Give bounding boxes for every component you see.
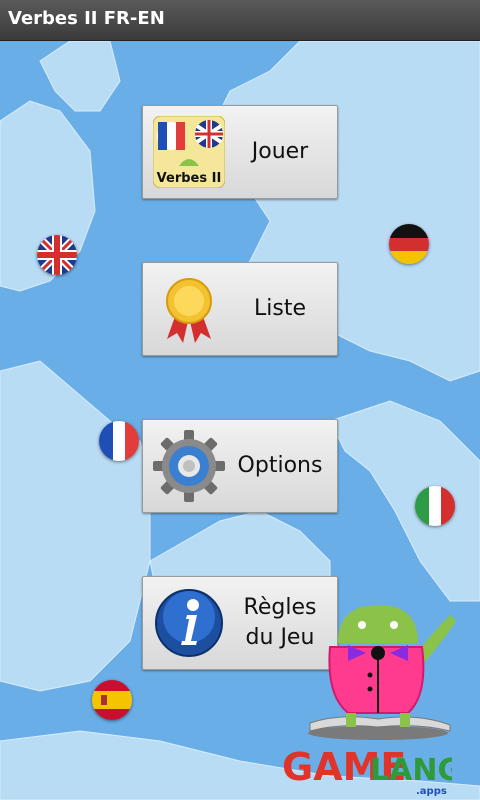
title-bar: Verbes II FR-EN [0,0,480,41]
app-title: Verbes II FR-EN [8,8,165,29]
spain-flag-icon [92,680,132,720]
gamelang-logo: GAME LANG .apps [282,745,452,797]
list-button-label: Liste [254,296,306,321]
settings-gear-icon [153,430,225,502]
france-flag-icon [99,421,139,461]
brand-sub: .apps [416,786,447,797]
play-button-label: Jouer [251,139,309,164]
list-button[interactable]: Liste [142,262,338,356]
options-button[interactable]: Options [142,419,338,513]
play-button[interactable]: Verbes II Jouer [142,105,338,199]
options-button-label: Options [237,453,323,478]
brand-word-lang: LANG [370,753,452,788]
android-mascot-image [308,605,456,740]
germany-flag-icon [389,224,429,264]
italy-flag-icon [415,486,455,526]
award-ribbon-icon [153,273,225,345]
verbes-ii-app-icon: Verbes II [152,115,226,189]
app-icon-text: Verbes II [157,171,222,186]
info-icon [153,587,225,659]
uk-flag-icon [37,235,77,275]
